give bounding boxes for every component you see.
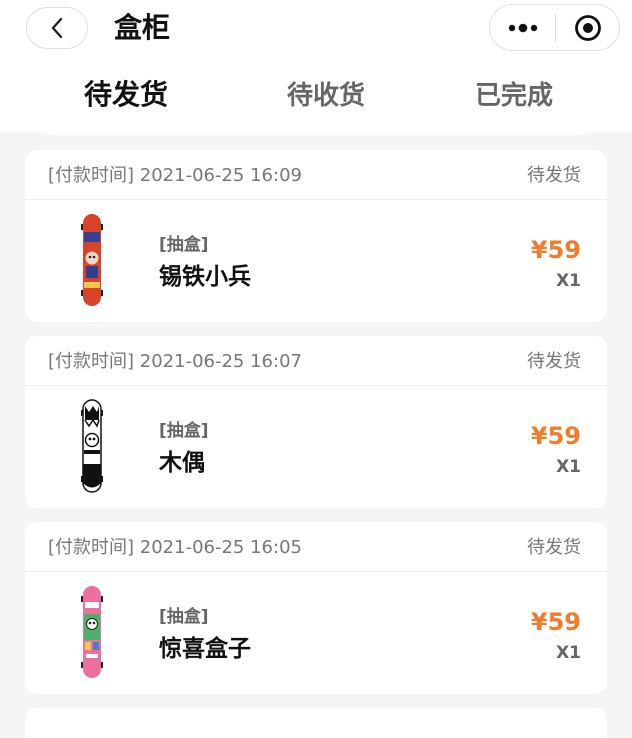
order-tabs: 待发货 待收货 已完成 (0, 68, 632, 126)
order-card-header: [付款时间] 2021-06-25 16:07 待发货 (25, 336, 607, 386)
order-status: 待发货 (527, 165, 581, 186)
product-name: 惊喜盒子 (159, 636, 251, 662)
product-name: 木偶 (159, 450, 205, 476)
skateboard-red-icon (81, 214, 103, 306)
more-button[interactable] (490, 5, 555, 50)
product-tag: [抽盒] (159, 607, 209, 627)
scroll-card-edge (42, 124, 590, 135)
order-card[interactable]: [付款时间] 2021-06-25 16:05 待发货 [抽盒] 惊喜盒子 ¥5… (25, 522, 607, 694)
back-button[interactable] (26, 7, 88, 49)
close-button[interactable] (556, 5, 619, 50)
order-card-header: [付款时间] 2021-06-25 16:09 待发货 (25, 150, 607, 200)
tab-pending-receipt[interactable]: 待收货 (287, 78, 365, 114)
mini-program-capsule (489, 4, 620, 51)
skateboard-puppet-icon (81, 399, 103, 493)
skateboard-pink-icon (81, 586, 103, 678)
payment-time: [付款时间] 2021-06-25 16:05 (48, 537, 302, 558)
product-quantity: X1 (556, 271, 581, 291)
order-card-partial[interactable] (25, 708, 607, 738)
product-tag: [抽盒] (159, 235, 209, 255)
page-title: 盒柜 (114, 11, 171, 44)
order-card-header: [付款时间] 2021-06-25 16:05 待发货 (25, 522, 607, 572)
payment-time: [付款时间] 2021-06-25 16:09 (48, 165, 302, 186)
top-bar: 盒柜 待发货 待收货 已完成 (0, 0, 632, 132)
product-tag: [抽盒] (159, 421, 209, 441)
product-quantity: X1 (556, 457, 581, 477)
product-price: ¥59 (530, 236, 581, 264)
order-card[interactable]: [付款时间] 2021-06-25 16:09 待发货 [抽盒] 锡铁小兵 ¥5… (25, 150, 607, 322)
product-price: ¥59 (530, 422, 581, 450)
record-target-icon (574, 14, 601, 41)
payment-time: [付款时间] 2021-06-25 16:07 (48, 351, 302, 372)
order-status: 待发货 (527, 537, 581, 558)
order-card[interactable]: [付款时间] 2021-06-25 16:07 待发货 [抽盒] 木偶 ¥59 … (25, 336, 607, 508)
product-price: ¥59 (530, 608, 581, 636)
more-dots-icon (508, 23, 537, 32)
tab-pending-shipment[interactable]: 待发货 (84, 77, 168, 113)
chevron-left-icon (51, 17, 63, 39)
tab-completed[interactable]: 已完成 (475, 78, 553, 114)
product-quantity: X1 (556, 643, 581, 663)
order-status: 待发货 (527, 351, 581, 372)
product-name: 锡铁小兵 (159, 264, 251, 290)
